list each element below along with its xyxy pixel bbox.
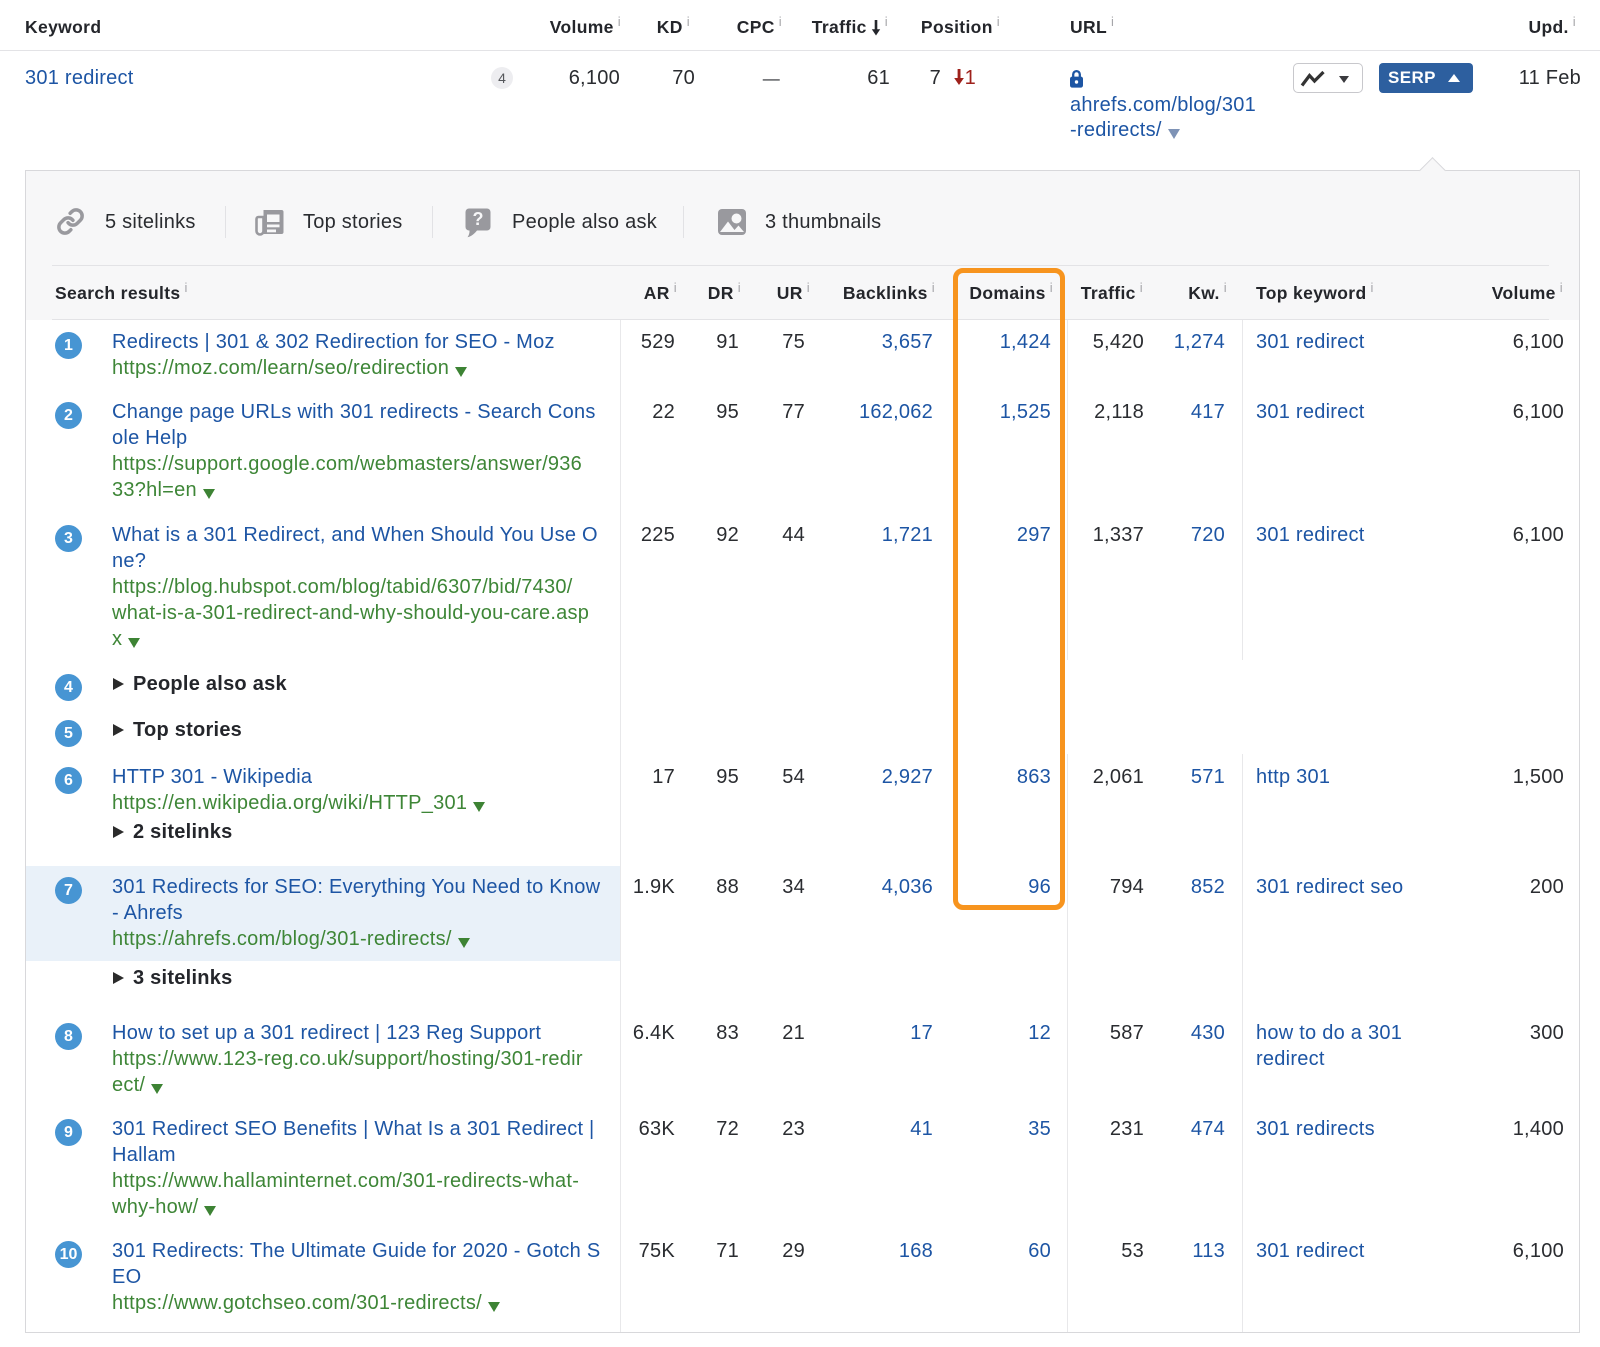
svg-text:?: ? <box>473 209 484 229</box>
